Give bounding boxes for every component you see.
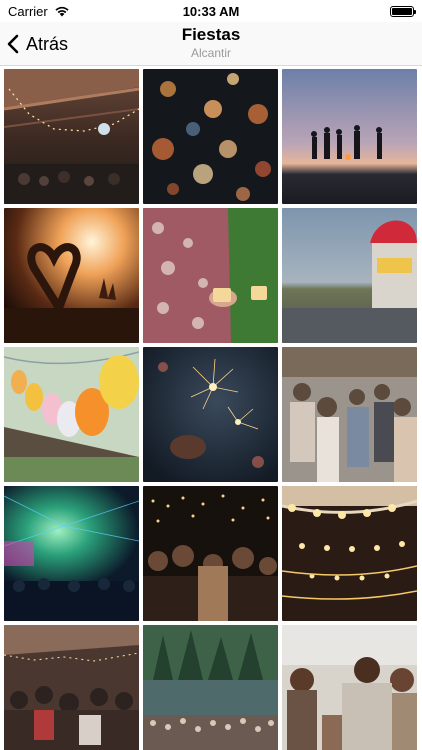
photo-beach-bonfire-sunset[interactable] bbox=[282, 69, 417, 204]
photo-image bbox=[143, 625, 278, 750]
photo-festival-crowd-forest[interactable] bbox=[143, 625, 278, 750]
app-screen: Carrier 10:33 AM Fiestas Alcantir Atrás bbox=[0, 0, 422, 750]
photo-balloons[interactable] bbox=[4, 347, 139, 482]
photo-image bbox=[143, 486, 278, 621]
photo-concert-heart-hands[interactable] bbox=[4, 208, 139, 343]
photo-image bbox=[282, 486, 417, 621]
photo-stage-lasers-crowd[interactable] bbox=[4, 486, 139, 621]
photo-grid bbox=[4, 69, 418, 750]
photo-bokeh-lights[interactable] bbox=[143, 69, 278, 204]
photo-image bbox=[143, 208, 278, 343]
photo-food-truck[interactable] bbox=[282, 208, 417, 343]
battery-fill bbox=[392, 7, 412, 15]
photo-image bbox=[282, 208, 417, 343]
status-time: 10:33 AM bbox=[182, 3, 240, 19]
chevron-left-icon bbox=[6, 34, 20, 54]
photo-image bbox=[4, 347, 139, 482]
back-button[interactable]: Atrás bbox=[6, 30, 68, 58]
photo-image bbox=[282, 347, 417, 482]
photo-terrace-string-lights[interactable] bbox=[4, 69, 139, 204]
photo-image bbox=[143, 69, 278, 204]
photo-friends-festival[interactable] bbox=[282, 625, 417, 750]
navigation-bar: Fiestas Alcantir Atrás bbox=[0, 22, 422, 66]
photo-image bbox=[282, 69, 417, 204]
battery-icon bbox=[390, 5, 416, 17]
photo-image bbox=[4, 208, 139, 343]
photo-street-crowd[interactable] bbox=[282, 347, 417, 482]
photo-terrace-crowd[interactable] bbox=[4, 625, 139, 750]
photo-image bbox=[282, 625, 417, 750]
status-bar: Carrier 10:33 AM bbox=[0, 0, 422, 22]
photo-sparkler[interactable] bbox=[143, 347, 278, 482]
back-label: Atrás bbox=[26, 33, 69, 54]
photo-shirt-drinks-toast[interactable] bbox=[143, 208, 278, 343]
photo-image bbox=[4, 69, 139, 204]
photo-image bbox=[4, 486, 139, 621]
photo-concert-crowd-lights[interactable] bbox=[143, 486, 278, 621]
photo-image bbox=[143, 347, 278, 482]
photo-string-bulbs[interactable] bbox=[282, 486, 417, 621]
photo-image bbox=[4, 625, 139, 750]
